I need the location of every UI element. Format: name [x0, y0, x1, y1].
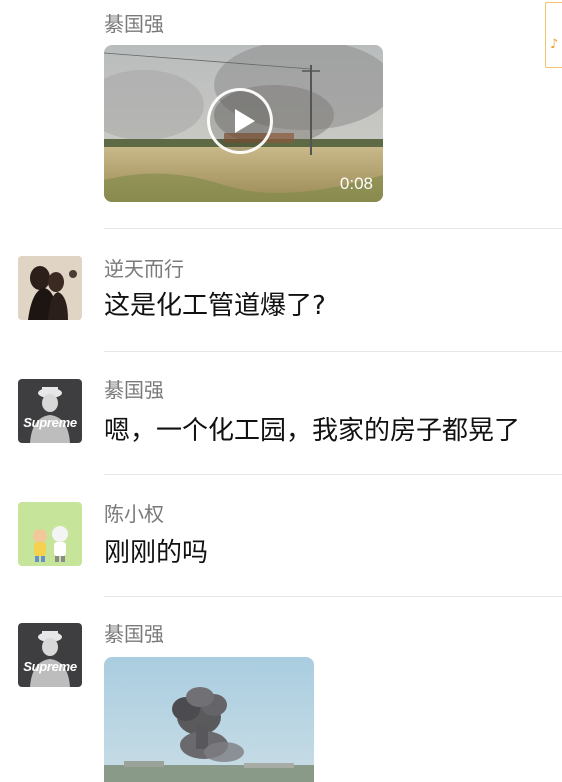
avatar-brand-label: Supreme: [23, 415, 77, 430]
avatar-couple-image: [18, 256, 82, 320]
message-text: 刚刚的吗: [104, 538, 209, 568]
video-duration: 0:08: [339, 174, 373, 193]
list-item: 陈小权 刚刚的吗: [0, 474, 562, 597]
message-text: 这是化工管道爆了?: [104, 291, 326, 321]
sender-name[interactable]: 陈小权: [104, 502, 164, 526]
avatar[interactable]: [18, 256, 82, 320]
sender-name[interactable]: 綦国强: [104, 622, 164, 646]
avatar[interactable]: Supreme: [18, 623, 82, 687]
list-item: Supreme 綦国强 嗯，一个化工园，我家的房子都晃了: [0, 352, 562, 475]
sender-name[interactable]: 綦国强: [104, 12, 164, 36]
avatar-supreme-image: [18, 623, 82, 687]
avatar[interactable]: [18, 502, 82, 566]
sender-name[interactable]: 逆天而行: [104, 257, 184, 281]
list-item: 逆天而行 这是化工管道爆了?: [0, 230, 562, 352]
list-item: 綦国强 0:08: [0, 0, 562, 230]
avatar-supreme-image: [18, 379, 82, 443]
avatar-brand-label: Supreme: [23, 659, 77, 674]
sender-name[interactable]: 綦国强: [104, 378, 164, 402]
photo-thumbnail[interactable]: [104, 657, 314, 782]
play-icon[interactable]: [207, 88, 273, 154]
video-thumbnail[interactable]: 0:08: [104, 45, 383, 202]
message-text: 嗯，一个化工园，我家的房子都晃了: [104, 416, 521, 446]
divider: [104, 228, 562, 229]
avatar-cartoon-image: [18, 502, 82, 566]
avatar[interactable]: Supreme: [18, 379, 82, 443]
explosion-photo: [104, 657, 314, 782]
